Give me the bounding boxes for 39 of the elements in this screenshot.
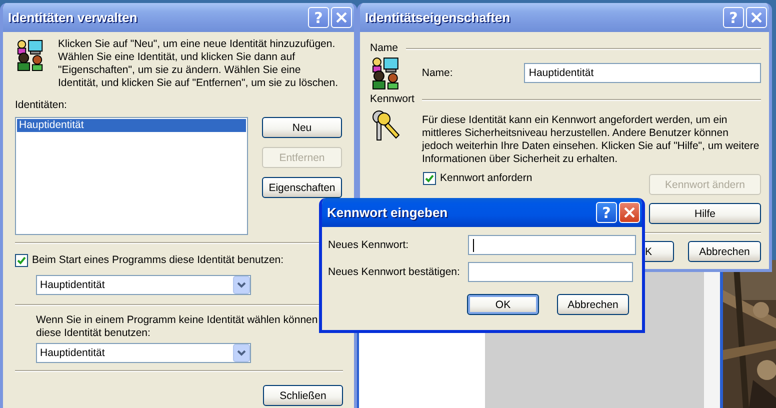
close-dialog-button[interactable]: Schließen bbox=[263, 385, 343, 406]
dialog-button[interactable]: Eigenschaften bbox=[262, 177, 342, 198]
checkbox[interactable] bbox=[15, 254, 28, 267]
password-field[interactable] bbox=[468, 235, 636, 255]
field-label: Neues Kennwort: bbox=[328, 238, 409, 252]
description-text: Für diese Identität kann ein Kennwort angefordert werden, um ein mittleres Sicherheitsniveau herzustellen. Andere Benutzer können jedoch weiterhin Ihre Daten einsehen. Klicken Sie auf "Hilfe", um weitere Informationen über Sicherheit zu erhalten. bbox=[422, 114, 760, 166]
intro-text: Klicken Sie auf "Neu", um eine neue Identität hinzuzufügen. Wählen Sie eine Identität, und klicken Sie dann auf "Eigenschaften", um sie zu ändern. Wählen Sie eine Identität, und klicken Sie auf "Entfernen", um sie zu löschen. bbox=[58, 38, 340, 90]
cancel-button[interactable]: Abbrechen bbox=[688, 241, 761, 262]
list-label: Identitäten: bbox=[15, 99, 67, 112]
dialog-button[interactable]: Neu bbox=[262, 117, 342, 138]
close-icon bbox=[624, 207, 635, 218]
name-field[interactable]: Hauptidentität bbox=[524, 63, 761, 83]
close-button[interactable] bbox=[331, 7, 352, 28]
ok-button[interactable]: K bbox=[643, 241, 674, 262]
window-title: Identitätseigenschaften bbox=[365, 10, 512, 25]
password-field[interactable] bbox=[468, 262, 633, 282]
dialog-button[interactable]: Hilfe bbox=[649, 203, 761, 224]
group-label: Name bbox=[370, 42, 398, 55]
close-icon bbox=[751, 12, 762, 23]
identity-list[interactable]: Hauptidentität bbox=[15, 117, 248, 235]
checkbox-label: Kennwort anfordern bbox=[440, 172, 532, 185]
close-button[interactable] bbox=[746, 7, 767, 28]
window-title: Identitäten verwalten bbox=[8, 10, 138, 25]
close-icon bbox=[336, 12, 347, 23]
group-label: Kennwort bbox=[370, 93, 414, 106]
fallback-text: Wenn Sie in einem Programm keine Identität wählen können diese Identität benutzen: bbox=[36, 314, 318, 340]
field-label: Neues Kennwort bestätigen: bbox=[328, 266, 460, 278]
keys-icon bbox=[370, 108, 402, 142]
dialog-button[interactable]: OK bbox=[467, 294, 539, 315]
identity-dropdown[interactable]: Hauptidentität bbox=[36, 343, 251, 363]
checkbox-label: Beim Start eines Programms diese Identität benutzen: bbox=[32, 254, 284, 267]
help-button[interactable]: ? bbox=[596, 202, 617, 223]
close-button[interactable] bbox=[619, 202, 640, 223]
field-label: Name: bbox=[422, 66, 454, 80]
window-title: Kennwort eingeben bbox=[327, 205, 449, 220]
checkbox[interactable] bbox=[423, 172, 436, 185]
list-item[interactable]: Hauptidentität bbox=[17, 119, 246, 132]
identity-dropdown[interactable]: Hauptidentität bbox=[36, 275, 251, 295]
dialog-button[interactable]: Abbrechen bbox=[557, 294, 629, 315]
